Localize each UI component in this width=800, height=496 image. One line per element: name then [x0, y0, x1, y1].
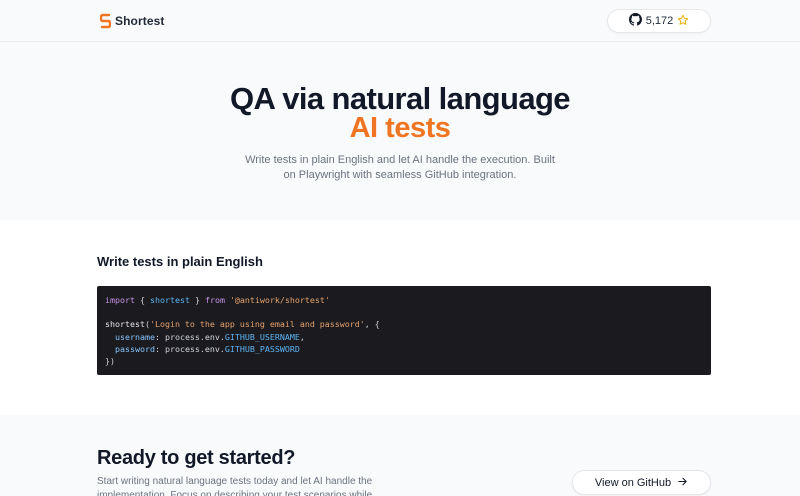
- cta-title: Ready to get started?: [97, 447, 296, 469]
- arrow-right-icon: [677, 476, 688, 490]
- code-line-6: }): [105, 356, 115, 367]
- view-on-github-button[interactable]: View on GitHub: [572, 470, 711, 495]
- code-line-4: username: process.env.GITHUB_USERNAME,: [115, 331, 305, 342]
- hero-section: QA via natural language AI tests Write t…: [0, 43, 800, 220]
- hero-accent-title: AI tests: [349, 112, 451, 144]
- brand-logo[interactable]: Shortest: [100, 12, 164, 30]
- github-stars-button[interactable]: 5,172: [607, 9, 711, 33]
- view-on-github-label: View on GitHub: [594, 476, 672, 489]
- code-line-3: shortest('Login to the app using email a…: [105, 319, 380, 330]
- code-line-1: import { shortest } from '@antiwork/shor…: [105, 295, 330, 305]
- github-stars-count: 5,172: [645, 15, 674, 27]
- cta-section: Ready to get started? Start writing natu…: [0, 415, 800, 496]
- code-line-5: password: process.env.GITHUB_PASSWORD: [115, 343, 300, 354]
- site-header: Shortest 5,172: [0, 0, 800, 42]
- hero-description: Write tests in plain English and let AI …: [245, 154, 555, 181]
- shortest-logo-icon: [100, 13, 111, 30]
- star-icon: [677, 14, 689, 29]
- github-icon: [628, 13, 642, 29]
- cta-description: Start writing natural language tests tod…: [97, 476, 373, 496]
- example-section: Write tests in plain English import { sh…: [0, 220, 800, 415]
- example-heading: Write tests in plain English: [97, 254, 263, 269]
- brand-name: Shortest: [115, 14, 165, 28]
- code-example: import { shortest } from '@antiwork/shor…: [97, 286, 711, 375]
